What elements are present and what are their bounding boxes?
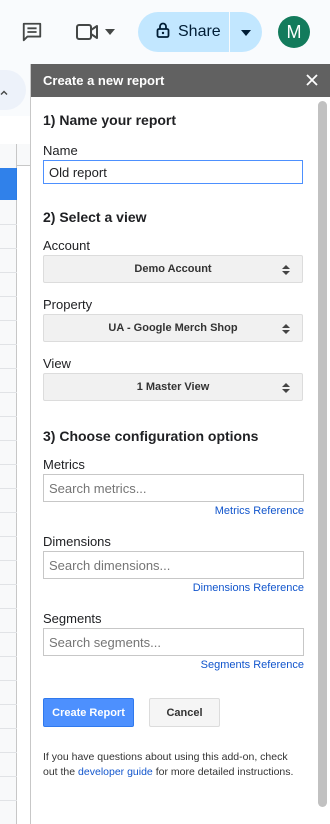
account-value: Demo Account	[134, 263, 212, 275]
dimensions-reference-link[interactable]: Dimensions Reference	[193, 582, 304, 594]
selected-row[interactable]	[0, 168, 17, 200]
sidebar-body: 1) Name your report Name 2) Select a vie…	[31, 97, 316, 824]
metrics-label: Metrics	[43, 457, 85, 472]
avatar[interactable]: M	[278, 16, 310, 48]
select-arrows-icon	[282, 382, 290, 394]
segments-label: Segments	[43, 611, 102, 626]
select-arrows-icon	[282, 264, 290, 276]
report-name-input[interactable]	[43, 160, 303, 184]
row-line	[0, 296, 17, 297]
sidebar-scrollbar[interactable]	[315, 97, 330, 824]
developer-guide-link[interactable]: developer guide	[78, 766, 153, 778]
row-line	[0, 776, 17, 777]
row-line	[0, 680, 17, 681]
row-line	[0, 560, 17, 561]
section-view-title: 2) Select a view	[43, 209, 147, 225]
row-line	[0, 224, 17, 225]
chevron-up-icon[interactable]	[0, 84, 8, 102]
scrollbar-thumb[interactable]	[318, 101, 327, 807]
row-line	[0, 752, 17, 753]
view-value: 1 Master View	[136, 381, 210, 393]
sheet-menu-area	[0, 64, 30, 116]
segments-reference-link[interactable]: Segments Reference	[201, 659, 304, 671]
top-toolbar: Share M	[0, 0, 330, 64]
row-line	[0, 368, 17, 369]
account-label: Account	[43, 238, 90, 253]
account-select[interactable]: Demo Account	[43, 255, 303, 283]
metrics-search-input[interactable]	[43, 474, 304, 502]
property-value: UA - Google Merch Shop	[108, 322, 238, 334]
dimensions-label: Dimensions	[43, 534, 111, 549]
video-call-icon[interactable]	[74, 20, 100, 44]
row-line	[0, 464, 17, 465]
add-on-sidebar: Create a new report 1) Name your report …	[30, 64, 330, 824]
share-label: Share	[178, 23, 221, 40]
row-line	[0, 320, 17, 321]
comment-icon[interactable]	[20, 20, 44, 44]
view-label: View	[43, 356, 71, 371]
row-line	[0, 272, 17, 273]
name-label: Name	[43, 143, 78, 158]
caret-down-icon	[241, 23, 251, 41]
section-config-title: 3) Choose configuration options	[43, 428, 259, 444]
row-line	[0, 416, 17, 417]
row-line	[0, 728, 17, 729]
section-name-title: 1) Name your report	[43, 112, 177, 128]
row-line	[0, 704, 17, 705]
row-line	[0, 488, 17, 489]
row-line	[0, 656, 17, 657]
spreadsheet-strip	[0, 64, 30, 824]
chevron-down-icon[interactable]	[104, 26, 116, 38]
segments-search-input[interactable]	[43, 628, 304, 656]
row-line	[0, 536, 17, 537]
help-text: If you have questions about using this a…	[43, 750, 305, 780]
property-label: Property	[43, 297, 93, 312]
lock-icon	[156, 22, 170, 43]
row-header	[0, 144, 17, 824]
cancel-button[interactable]: Cancel	[149, 698, 220, 727]
row-line	[0, 584, 17, 585]
sidebar-header: Create a new report	[31, 64, 330, 97]
row-line	[0, 440, 17, 441]
create-report-button[interactable]: Create Report	[43, 698, 134, 727]
row-line	[0, 344, 17, 345]
select-arrows-icon	[282, 323, 290, 335]
metrics-reference-link[interactable]: Metrics Reference	[215, 505, 304, 517]
row-line	[0, 248, 17, 249]
view-select[interactable]: 1 Master View	[43, 373, 303, 401]
row-line	[0, 608, 17, 609]
row-line	[0, 800, 17, 801]
row-line	[0, 512, 17, 513]
help-text-after: for more detailed instructions.	[155, 766, 294, 778]
row-line	[0, 392, 17, 393]
share-button[interactable]: Share	[138, 12, 262, 52]
sidebar-title: Create a new report	[43, 73, 165, 88]
share-dropdown[interactable]	[230, 12, 262, 52]
row-line	[0, 632, 17, 633]
share-main[interactable]: Share	[138, 12, 229, 52]
close-icon[interactable]	[304, 72, 320, 88]
property-select[interactable]: UA - Google Merch Shop	[43, 314, 303, 342]
dimensions-search-input[interactable]	[43, 551, 304, 579]
